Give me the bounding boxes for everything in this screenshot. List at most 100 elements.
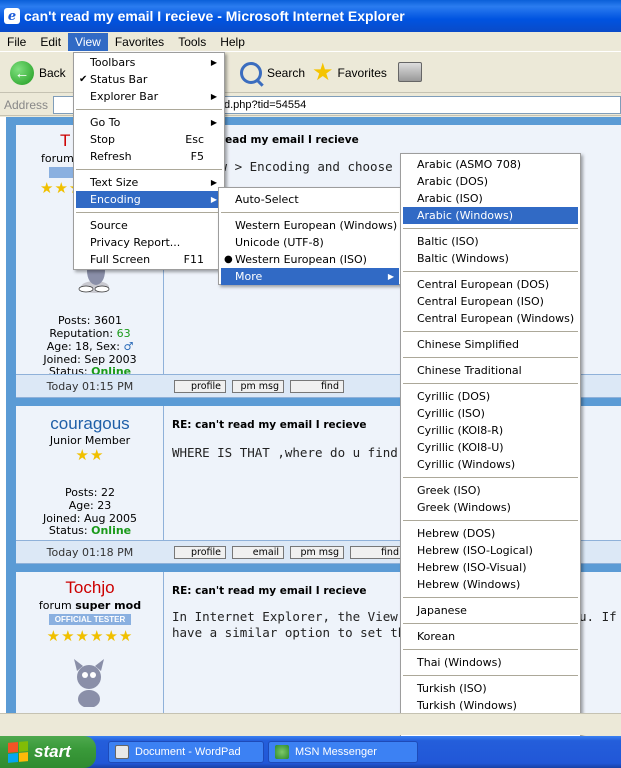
menu-item-encoding-option[interactable]: Baltic (Windows) — [403, 250, 578, 267]
reputation: Reputation: 63 — [49, 327, 131, 340]
view-menu: Toolbars ▶ ✔ Status Bar Explorer Bar ▶ Go T… — [73, 52, 225, 270]
menu-separator — [403, 477, 578, 478]
menu-item-encoding-option[interactable]: Thai (Windows) — [403, 654, 578, 671]
menu-item-encoding-option[interactable]: Central European (Windows) — [403, 310, 578, 327]
pm-button[interactable]: pm msg — [232, 380, 284, 393]
profile-button[interactable]: profile — [174, 546, 226, 559]
print-button[interactable] — [398, 62, 422, 82]
menu-item-western-iso[interactable]: ● Western European (ISO) — [221, 251, 399, 268]
menu-item-encoding-option[interactable]: Korean — [403, 628, 578, 645]
menu-item-source[interactable]: Source — [76, 217, 222, 234]
menu-item-encoding-option[interactable]: Chinese Traditional — [403, 362, 578, 379]
menu-help[interactable]: Help — [213, 33, 252, 51]
ie-logo-icon: e — [4, 8, 20, 24]
address-label: Address — [4, 97, 49, 112]
menu-item-encoding-option[interactable]: Central European (DOS) — [403, 276, 578, 293]
menu-view[interactable]: View — [68, 32, 108, 51]
windows-logo-icon — [8, 741, 28, 763]
search-icon — [240, 62, 262, 84]
task-msn[interactable]: MSN Messenger — [268, 741, 418, 763]
author-name: Tochjo — [65, 578, 115, 597]
menu-separator — [403, 520, 578, 521]
menu-item-western-windows[interactable]: Western European (Windows) — [221, 217, 399, 234]
menu-item-status-bar[interactable]: ✔ Status Bar — [76, 71, 222, 88]
rank-stars: ★★★★★★ — [46, 628, 134, 645]
back-label: Back — [39, 66, 66, 80]
menu-item-utf8[interactable]: Unicode (UTF-8) — [221, 234, 399, 251]
menu-file[interactable]: File — [0, 33, 33, 51]
author-role: forum super mod — [38, 599, 142, 612]
menu-item-encoding-option[interactable]: Hebrew (ISO-Logical) — [403, 542, 578, 559]
menu-item-text-size[interactable]: Text Size ▶ — [76, 174, 222, 191]
menu-item-more[interactable]: More ▶ — [221, 268, 399, 285]
menu-item-encoding-option[interactable]: Cyrillic (KOI8-R) — [403, 422, 578, 439]
menu-item-refresh[interactable]: Refresh F5 — [76, 148, 222, 165]
post-text: WHERE IS THAT ,where do u find — [172, 445, 398, 460]
task-wordpad[interactable]: Document - WordPad — [108, 741, 264, 763]
profile-button[interactable]: profile — [174, 380, 226, 393]
menu-item-encoding-option[interactable]: Japanese — [403, 602, 578, 619]
menu-separator — [403, 331, 578, 332]
menu-item-privacy-report[interactable]: Privacy Report... — [76, 234, 222, 251]
menu-item-full-screen[interactable]: Full Screen F11 — [76, 251, 222, 268]
menu-bar: File Edit View Favorites Tools Help — [0, 32, 621, 52]
menu-edit[interactable]: Edit — [33, 33, 68, 51]
post-subject: RE: can't read my email I recieve — [172, 419, 367, 431]
menu-item-encoding-option[interactable]: Greek (ISO) — [403, 482, 578, 499]
menu-separator — [403, 675, 578, 676]
menu-item-encoding-option[interactable]: Hebrew (Windows) — [403, 576, 578, 593]
menu-item-encoding-option[interactable]: Turkish (Windows) — [403, 697, 578, 714]
start-button[interactable]: start — [0, 736, 96, 768]
checkmark-icon: ✔ — [79, 74, 88, 85]
post-subject: read my email I recieve — [220, 134, 359, 146]
start-label: start — [34, 742, 71, 761]
wordpad-icon — [115, 745, 129, 759]
menu-item-encoding-option[interactable]: Cyrillic (ISO) — [403, 405, 578, 422]
menu-item-encoding-option[interactable]: Arabic (ASMO 708) — [403, 156, 578, 173]
age-sex: Age: 18, Sex: ♂ — [46, 340, 134, 353]
menu-item-encoding-option[interactable]: Greek (Windows) — [403, 499, 578, 516]
post-time: Today 01:15 PM — [46, 380, 134, 393]
menu-item-toolbars[interactable]: Toolbars ▶ — [76, 54, 222, 71]
menu-item-encoding-option[interactable]: Arabic (DOS) — [403, 173, 578, 190]
back-arrow-icon: ← — [10, 61, 34, 85]
menu-item-encoding-option[interactable]: Central European (ISO) — [403, 293, 578, 310]
author-name: couragous — [50, 414, 130, 433]
menu-item-go-to[interactable]: Go To ▶ — [76, 114, 222, 131]
age: Age: 23 — [68, 499, 112, 512]
tester-badge: OFFICIAL TESTER — [49, 614, 131, 625]
menu-item-stop[interactable]: Stop Esc — [76, 131, 222, 148]
address-url: d.php?tid=54554 — [224, 99, 307, 111]
post-text: ew > Encoding and choose — [212, 159, 393, 174]
menu-item-explorer-bar[interactable]: Explorer Bar ▶ — [76, 88, 222, 105]
email-button[interactable]: email — [232, 546, 284, 559]
back-button[interactable]: ← Back — [10, 61, 66, 85]
post-text: In Internet Explorer, the View men — [172, 609, 428, 624]
rank-stars: ★★ — [75, 447, 105, 464]
menu-item-encoding-option[interactable]: Hebrew (ISO-Visual) — [403, 559, 578, 576]
find-button[interactable]: find — [290, 380, 344, 393]
menu-item-encoding-option[interactable]: Baltic (ISO) — [403, 233, 578, 250]
find-button[interactable]: find — [350, 546, 404, 559]
menu-favorites[interactable]: Favorites — [108, 33, 171, 51]
menu-item-encoding-option[interactable]: Cyrillic (Windows) — [403, 456, 578, 473]
title-bar: e can't read my email I recieve - Micros… — [0, 0, 621, 32]
search-button[interactable]: Search — [240, 62, 305, 84]
menu-item-encoding[interactable]: Encoding ▶ — [76, 191, 222, 208]
menu-item-encoding-option[interactable]: Turkish (ISO) — [403, 680, 578, 697]
menu-separator — [403, 228, 578, 229]
menu-item-encoding-option[interactable]: Arabic (ISO) — [403, 190, 578, 207]
favorites-button[interactable]: ★ Favorites — [312, 61, 387, 85]
post-author-panel: Tochjo forum super mod OFFICIAL TESTER ★… — [16, 572, 164, 713]
menu-tools[interactable]: Tools — [171, 33, 213, 51]
menu-item-encoding-option[interactable]: Cyrillic (KOI8-U) — [403, 439, 578, 456]
menu-item-auto-select[interactable]: Auto-Select — [221, 191, 399, 208]
menu-item-encoding-option[interactable]: Arabic (Windows) — [403, 207, 578, 224]
menu-item-encoding-option[interactable]: Chinese Simplified — [403, 336, 578, 353]
menu-item-encoding-option[interactable]: Hebrew (DOS) — [403, 525, 578, 542]
favorites-label: Favorites — [337, 66, 387, 80]
pm-button[interactable]: pm msg — [290, 546, 344, 559]
post-author-panel: couragous Junior Member ★★ Posts: 22 Age… — [16, 406, 164, 540]
menu-item-encoding-option[interactable]: Cyrillic (DOS) — [403, 388, 578, 405]
male-icon: ♂ — [123, 340, 134, 353]
